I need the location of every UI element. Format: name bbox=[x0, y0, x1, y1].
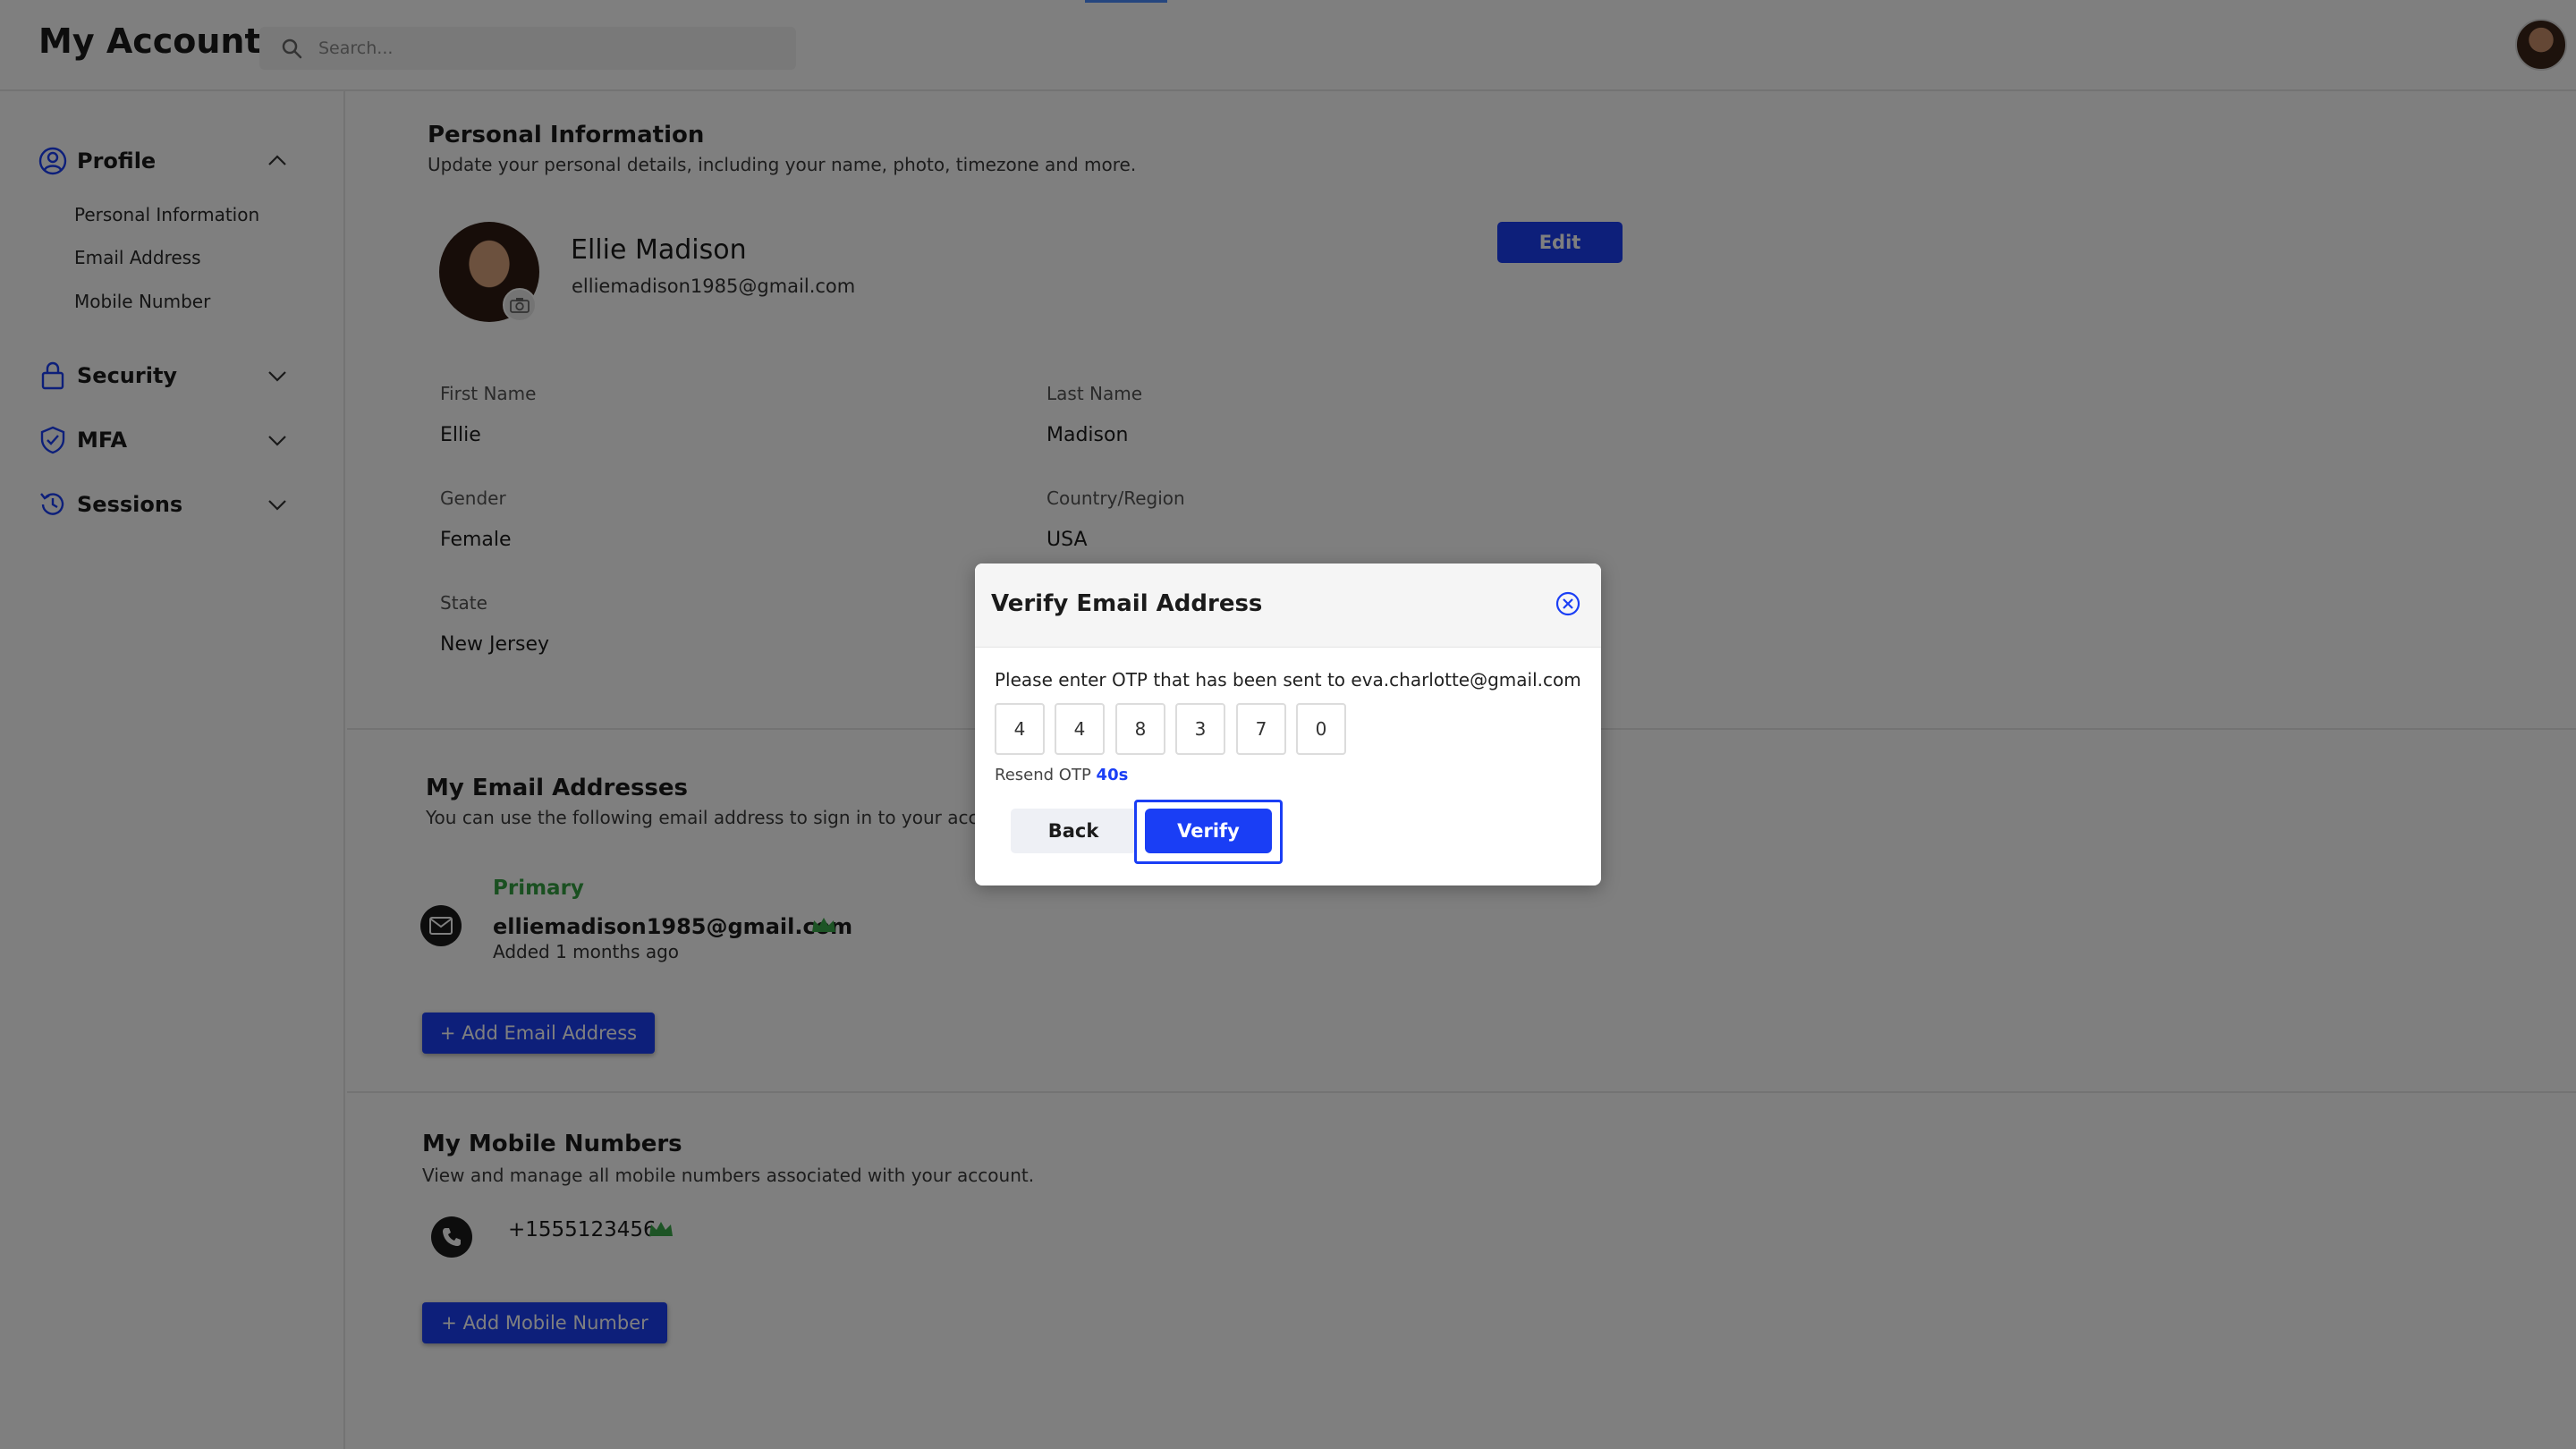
close-icon[interactable] bbox=[1555, 590, 1581, 617]
otp-digit-2[interactable]: 4 bbox=[1055, 703, 1105, 755]
otp-digit-6[interactable]: 0 bbox=[1296, 703, 1346, 755]
back-button[interactable]: Back bbox=[1011, 809, 1136, 853]
otp-digit-5[interactable]: 7 bbox=[1236, 703, 1286, 755]
otp-digit-1[interactable]: 4 bbox=[995, 703, 1045, 755]
verify-button[interactable]: Verify bbox=[1145, 809, 1272, 853]
resend-otp-label: Resend OTP bbox=[995, 766, 1091, 784]
modal-title: Verify Email Address bbox=[991, 590, 1263, 617]
otp-message: Please enter OTP that has been sent to e… bbox=[995, 669, 1581, 691]
resend-otp[interactable]: Resend OTP 40s bbox=[995, 766, 1128, 784]
otp-digit-3[interactable]: 8 bbox=[1115, 703, 1165, 755]
modal-header: Verify Email Address bbox=[975, 564, 1601, 648]
verify-email-modal: Verify Email Address Please enter OTP th… bbox=[975, 564, 1601, 886]
otp-digit-4[interactable]: 3 bbox=[1175, 703, 1225, 755]
resend-otp-timer: 40s bbox=[1096, 766, 1129, 784]
